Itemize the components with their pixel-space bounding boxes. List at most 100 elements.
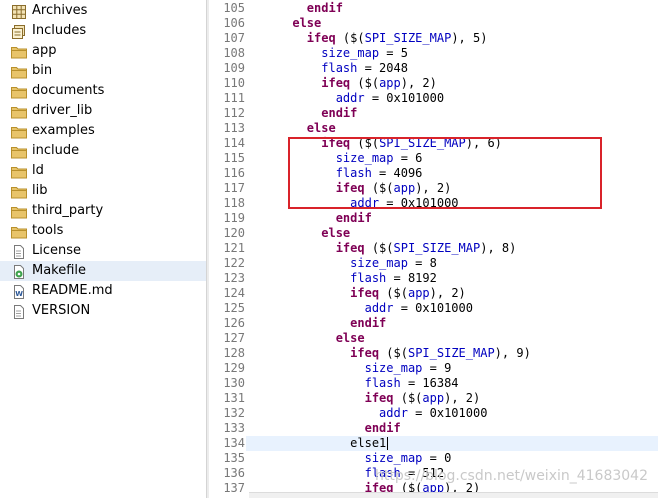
tree-item-label: driver_lib (32, 103, 93, 118)
archives-icon (11, 4, 27, 19)
folder-icon (11, 104, 27, 119)
tree-item-label: Includes (32, 23, 87, 38)
code-line[interactable]: flash = 8192 (249, 271, 437, 286)
tree-item-label: documents (32, 83, 105, 98)
tree-item-archives[interactable]: Archives (0, 1, 206, 21)
line-number: 113 (223, 121, 245, 135)
tree-item-documents[interactable]: documents (0, 81, 206, 101)
code-line[interactable]: else (249, 331, 365, 346)
tree-item-label: examples (32, 123, 95, 138)
tree-item-third-party[interactable]: third_party (0, 201, 206, 221)
line-number: 117 (223, 181, 245, 195)
tree-item-label: License (32, 243, 82, 258)
line-number: 130 (223, 376, 245, 390)
tree-item-license[interactable]: License (0, 241, 206, 261)
code-line[interactable]: endif (249, 106, 357, 121)
text-caret (387, 437, 389, 450)
line-number: 126 (223, 316, 245, 330)
code-line[interactable]: flash = 16384 (249, 376, 459, 391)
tree-item-examples[interactable]: examples (0, 121, 206, 141)
tree-item-lib[interactable]: lib (0, 181, 206, 201)
line-number: 132 (223, 406, 245, 420)
tree-item-label: app (32, 43, 57, 58)
project-explorer: Archives Includes app bin documents driver_li… (0, 0, 206, 498)
line-number: 110 (223, 76, 245, 90)
line-number: 109 (223, 61, 245, 75)
code-line[interactable]: else (249, 121, 336, 136)
line-number: 127 (223, 331, 245, 345)
folder-icon (11, 164, 27, 179)
folder-icon (11, 224, 27, 239)
tree-item-label: lib (32, 183, 48, 198)
line-number: 105 (223, 1, 245, 15)
word-file-icon: W (11, 284, 27, 299)
line-number: 115 (223, 151, 245, 165)
code-line[interactable]: ifeq ($(SPI_SIZE_MAP), 8) (249, 241, 517, 256)
code-line[interactable]: addr = 0x101000 (249, 406, 487, 421)
code-line[interactable]: else1 (249, 436, 389, 451)
line-number: 108 (223, 46, 245, 60)
code-line[interactable]: ifeq ($(SPI_SIZE_MAP), 9) (249, 346, 531, 361)
code-line[interactable]: size_map = 8 (249, 256, 437, 271)
makefile-icon (11, 264, 27, 279)
code-line[interactable]: else (249, 226, 350, 241)
line-number: 112 (223, 106, 245, 120)
tree-item-include[interactable]: include (0, 141, 206, 161)
folder-icon (11, 44, 27, 59)
line-number: 121 (223, 241, 245, 255)
line-number: 135 (223, 451, 245, 465)
tree-item-bin[interactable]: bin (0, 61, 206, 81)
folder-icon (11, 64, 27, 79)
line-number: 129 (223, 361, 245, 375)
line-number: 111 (223, 91, 245, 105)
code-line[interactable]: endif (249, 211, 372, 226)
line-number: 128 (223, 346, 245, 360)
tree-item-label: Makefile (32, 263, 87, 278)
line-number: 124 (223, 286, 245, 300)
code-line[interactable]: size_map = 0 (249, 451, 452, 466)
line-number: 106 (223, 16, 245, 30)
line-number: 133 (223, 421, 245, 435)
line-number: 118 (223, 196, 245, 210)
tree-item-label: Archives (32, 3, 88, 18)
tree-item-label: include (32, 143, 80, 158)
code-line[interactable]: endif (249, 316, 386, 331)
line-number: 120 (223, 226, 245, 240)
code-line[interactable]: addr = 0x101000 (249, 91, 444, 106)
code-line[interactable]: size_map = 5 (249, 46, 408, 61)
code-line[interactable]: endif (249, 1, 343, 16)
tree-item-driver-lib[interactable]: driver_lib (0, 101, 206, 121)
tree-item-label: ld (32, 163, 44, 178)
annotation-highlight-box (288, 137, 602, 209)
code-line[interactable]: ifeq ($(app), 2) (249, 286, 466, 301)
tree-item-ld[interactable]: ld (0, 161, 206, 181)
code-line[interactable]: flash = 2048 (249, 61, 408, 76)
line-number: 134 (223, 436, 245, 450)
code-editor[interactable]: 105 106 107 108 109 110 111 112 113 114 115 116 117 1… (209, 0, 658, 498)
tree-item-version[interactable]: VERSION (0, 301, 206, 321)
horizontal-scrollbar[interactable] (249, 492, 658, 498)
tree-item-label: bin (32, 63, 53, 78)
line-number: 131 (223, 391, 245, 405)
folder-icon (11, 184, 27, 199)
tree-item-tools[interactable]: tools (0, 221, 206, 241)
tree-item-label: README.md (32, 283, 113, 298)
code-line[interactable]: ifeq ($(app), 2) (249, 76, 437, 91)
tree-item-includes[interactable]: Includes (0, 21, 206, 41)
code-line[interactable]: endif (249, 421, 401, 436)
line-number: 125 (223, 301, 245, 315)
code-line[interactable]: ifeq ($(app), 2) (249, 391, 481, 406)
tree-item-label: tools (32, 223, 64, 238)
tree-item-makefile[interactable]: Makefile (0, 261, 206, 281)
code-line[interactable]: addr = 0x101000 (249, 301, 473, 316)
line-number: 137 (223, 481, 245, 495)
line-number-gutter: 105 106 107 108 109 110 111 112 113 114 115 116 117 1… (209, 0, 246, 498)
folder-icon (11, 204, 27, 219)
line-number: 122 (223, 256, 245, 270)
tree-item-app[interactable]: app (0, 41, 206, 61)
code-line[interactable]: else (249, 16, 321, 31)
tree-item-label: VERSION (32, 303, 91, 318)
tree-item-readme-md[interactable]: W README.md (0, 281, 206, 301)
code-line[interactable]: ifeq ($(SPI_SIZE_MAP), 5) (249, 31, 488, 46)
code-line[interactable]: size_map = 9 (249, 361, 452, 376)
